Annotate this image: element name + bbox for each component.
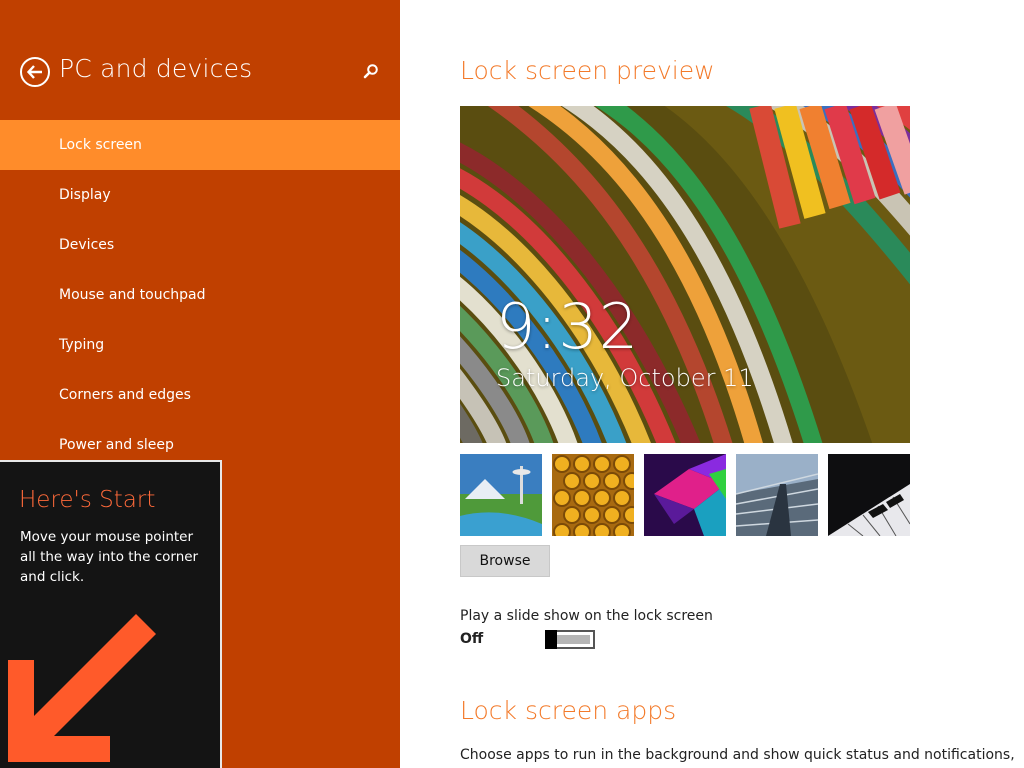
preview-time: 9:32 (496, 290, 640, 363)
arrow-down-left-icon (8, 614, 156, 762)
back-arrow-icon (27, 65, 42, 79)
lock-screen-preview: 9:32 Saturday, October 11 (460, 106, 910, 443)
settings-nav: Lock screen Display Devices Mouse and to… (0, 120, 400, 470)
wallpaper-thumbnail-escalator[interactable] (736, 454, 818, 536)
nav-item-typing[interactable]: Typing (0, 320, 400, 370)
tip-body: Move your mouse pointer all the way into… (20, 529, 199, 585)
lock-screen-apps-description: Choose apps to run in the background and… (460, 747, 1015, 763)
lock-screen-preview-heading: Lock screen preview (460, 56, 715, 85)
nav-item-devices[interactable]: Devices (0, 220, 400, 270)
wallpaper-thumbnails (460, 454, 910, 536)
page-title: PC and devices (59, 54, 253, 83)
nav-item-lock-screen[interactable]: Lock screen (0, 120, 400, 170)
slideshow-toggle[interactable] (545, 630, 595, 649)
lock-screen-apps-heading: Lock screen apps (460, 696, 677, 725)
nav-item-corners-and-edges[interactable]: Corners and edges (0, 370, 400, 420)
wallpaper-thumbnail-piano[interactable] (828, 454, 910, 536)
nav-item-mouse-and-touchpad[interactable]: Mouse and touchpad (0, 270, 400, 320)
wallpaper-thumbnail-honeycomb[interactable] (552, 454, 634, 536)
main-content: Lock screen preview 9:32 Saturday, Octob… (400, 0, 1024, 768)
wallpaper-thumbnail-city[interactable] (460, 454, 542, 536)
slideshow-label: Play a slide show on the lock screen (460, 608, 713, 624)
wallpaper-thumbnail-abstract[interactable] (644, 454, 726, 536)
preview-wallpaper (460, 106, 910, 443)
search-button[interactable] (360, 60, 382, 82)
toggle-thumb[interactable] (545, 630, 557, 649)
slideshow-toggle-state: Off (460, 631, 484, 647)
nav-item-display[interactable]: Display (0, 170, 400, 220)
start-tip-overlay[interactable]: Here's Start Move your mouse pointer all… (0, 460, 222, 768)
sidebar-header: PC and devices (0, 0, 400, 120)
preview-date: Saturday, October 11 (496, 364, 754, 392)
search-icon (363, 64, 378, 79)
tip-title: Here's Start (19, 487, 156, 513)
back-button[interactable] (20, 57, 50, 87)
browse-button[interactable]: Browse (460, 545, 550, 577)
